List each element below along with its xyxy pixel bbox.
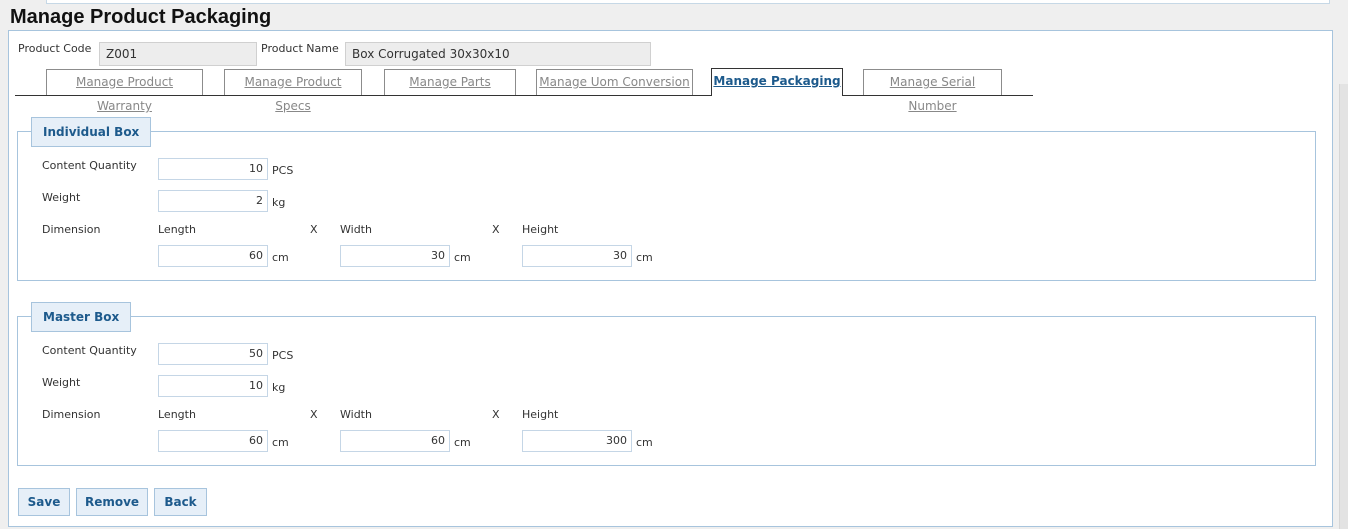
master-content-quantity-input[interactable]: 50 bbox=[158, 343, 268, 365]
individual-weight-input[interactable]: 2 bbox=[158, 190, 268, 212]
x-separator: X bbox=[310, 408, 318, 421]
tab-manage-uom-conversion[interactable]: Manage Uom Conversion bbox=[536, 69, 693, 95]
content-unit-label: PCS bbox=[272, 164, 294, 177]
x-separator: X bbox=[310, 223, 318, 236]
height-label: Height bbox=[522, 408, 559, 421]
product-code-label: Product Code bbox=[18, 42, 92, 55]
tab-manage-parts[interactable]: Manage Parts bbox=[384, 69, 516, 95]
dimension-label: Dimension bbox=[42, 223, 101, 236]
weight-label: Weight bbox=[42, 191, 81, 204]
master-box-fieldset: Master Box Content Quantity 50 PCS Weigh… bbox=[17, 302, 1316, 466]
x-separator: X bbox=[492, 408, 500, 421]
dimension-label: Dimension bbox=[42, 408, 101, 421]
master-box-legend: Master Box bbox=[31, 302, 132, 332]
width-label: Width bbox=[340, 223, 372, 236]
x-separator: X bbox=[492, 223, 500, 236]
page-title: Manage Product Packaging bbox=[10, 6, 272, 28]
height-label: Height bbox=[522, 223, 559, 236]
remove-button[interactable]: Remove bbox=[76, 488, 148, 516]
product-name-field: Box Corrugated 30x30x10 bbox=[345, 42, 651, 66]
individual-width-input[interactable]: 30 bbox=[340, 245, 450, 267]
weight-unit-label: kg bbox=[272, 381, 286, 394]
individual-box-fieldset: Individual Box Content Quantity 10 PCS W… bbox=[17, 117, 1316, 281]
content-unit-label: PCS bbox=[272, 349, 294, 362]
length-unit-label: cm bbox=[272, 436, 289, 449]
product-name-label: Product Name bbox=[261, 42, 339, 55]
width-unit-label: cm bbox=[454, 436, 471, 449]
height-unit-label: cm bbox=[636, 436, 653, 449]
top-panel-edge bbox=[46, 0, 1330, 4]
content-quantity-label: Content Quantity bbox=[42, 344, 137, 357]
master-weight-input[interactable]: 10 bbox=[158, 375, 268, 397]
length-label: Length bbox=[158, 408, 196, 421]
back-button[interactable]: Back bbox=[154, 488, 207, 516]
main-panel: Product Code Z001 Product Name Box Corru… bbox=[8, 30, 1333, 527]
tab-manage-product-warranty[interactable]: Manage Product Warranty bbox=[46, 69, 203, 113]
weight-label: Weight bbox=[42, 376, 81, 389]
length-label: Length bbox=[158, 223, 196, 236]
tab-manage-packaging[interactable]: Manage Packaging bbox=[711, 68, 843, 96]
individual-height-input[interactable]: 30 bbox=[522, 245, 632, 267]
master-length-input[interactable]: 60 bbox=[158, 430, 268, 452]
master-height-input[interactable]: 300 bbox=[522, 430, 632, 452]
tab-manage-serial-number[interactable]: Manage Serial Number bbox=[863, 69, 1002, 113]
master-width-input[interactable]: 60 bbox=[340, 430, 450, 452]
save-button[interactable]: Save bbox=[18, 488, 70, 516]
height-unit-label: cm bbox=[636, 251, 653, 264]
content-quantity-label: Content Quantity bbox=[42, 159, 137, 172]
weight-unit-label: kg bbox=[272, 196, 286, 209]
tab-manage-product-specs[interactable]: Manage Product Specs bbox=[224, 69, 362, 113]
tab-bar-line bbox=[15, 95, 1033, 96]
width-label: Width bbox=[340, 408, 372, 421]
individual-box-legend: Individual Box bbox=[31, 117, 152, 147]
vertical-scrollbar[interactable] bbox=[1339, 84, 1348, 529]
individual-content-quantity-input[interactable]: 10 bbox=[158, 158, 268, 180]
width-unit-label: cm bbox=[454, 251, 471, 264]
product-code-field: Z001 bbox=[99, 42, 257, 66]
individual-length-input[interactable]: 60 bbox=[158, 245, 268, 267]
length-unit-label: cm bbox=[272, 251, 289, 264]
